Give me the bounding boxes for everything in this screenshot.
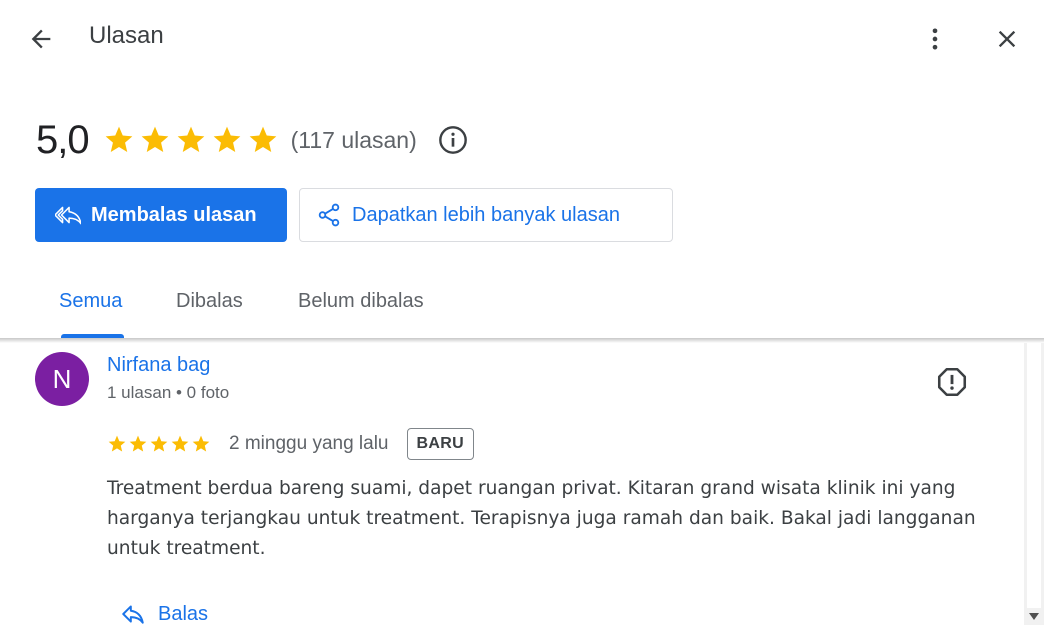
new-badge: BARU <box>406 428 474 460</box>
more-vert-icon <box>932 28 938 50</box>
reviewer-name[interactable]: Nirfana bag <box>107 354 210 377</box>
get-more-reviews-label: Dapatkan lebih banyak ulasan <box>352 203 620 226</box>
get-more-reviews-button[interactable]: Dapatkan lebih banyak ulasan <box>299 188 673 242</box>
reply-reviews-button[interactable]: Membalas ulasan <box>35 188 287 242</box>
page-title: Ulasan <box>89 22 164 49</box>
scroll-down-button[interactable] <box>1028 612 1040 622</box>
star-icon <box>249 126 276 152</box>
star-icon <box>105 126 132 152</box>
arrow-back-icon <box>31 29 51 49</box>
reply-icon <box>122 605 144 624</box>
star-icon <box>213 126 240 152</box>
reviewer-meta: 1 ulasan • 0 foto <box>107 383 230 402</box>
tab-not-replied[interactable]: Belum dibalas <box>298 290 424 313</box>
info-icon[interactable] <box>437 124 469 156</box>
rating-stars <box>103 124 279 156</box>
report-icon <box>937 367 967 397</box>
more-options-button[interactable] <box>918 22 952 56</box>
review-date: 2 minggu yang lalu <box>229 433 389 454</box>
star-icon <box>129 435 147 452</box>
report-button[interactable] <box>935 365 969 404</box>
review-text: Treatment berdua bareng suami, dapet rua… <box>107 478 976 559</box>
review-tabs: Semua Dibalas Belum dibalas <box>0 270 1044 338</box>
star-icon <box>150 435 168 452</box>
review-stars <box>107 434 211 454</box>
review-count: (117 ulasan) <box>290 126 417 153</box>
reply-all-icon <box>55 206 81 225</box>
scrollbar-thumb[interactable] <box>1027 343 1041 608</box>
rating-summary: 5,0 (117 ulasan) <box>36 114 469 166</box>
reply-button[interactable]: Balas <box>120 601 208 627</box>
star-icon <box>108 435 126 452</box>
caret-down-icon <box>1029 613 1039 620</box>
tab-replied[interactable]: Dibalas <box>176 290 243 313</box>
star-icon <box>171 435 189 452</box>
avatar[interactable]: N <box>35 352 89 406</box>
star-icon <box>141 126 168 152</box>
close-icon <box>998 30 1016 48</box>
star-icon <box>192 435 210 452</box>
star-icon <box>177 126 204 152</box>
reply-label: Balas <box>158 602 209 625</box>
tab-all[interactable]: Semua <box>59 290 122 313</box>
header: Ulasan <box>0 0 1044 80</box>
review-card: N Nirfana bag 1 ulasan • 0 foto 2 minggu… <box>0 343 1024 625</box>
close-button[interactable] <box>990 22 1024 56</box>
reply-reviews-label: Membalas ulasan <box>91 203 257 226</box>
average-rating: 5,0 <box>36 117 90 162</box>
back-button[interactable] <box>24 22 58 56</box>
review-rating-row: 2 minggu yang lalu BARU <box>107 425 474 463</box>
share-icon <box>318 203 340 227</box>
